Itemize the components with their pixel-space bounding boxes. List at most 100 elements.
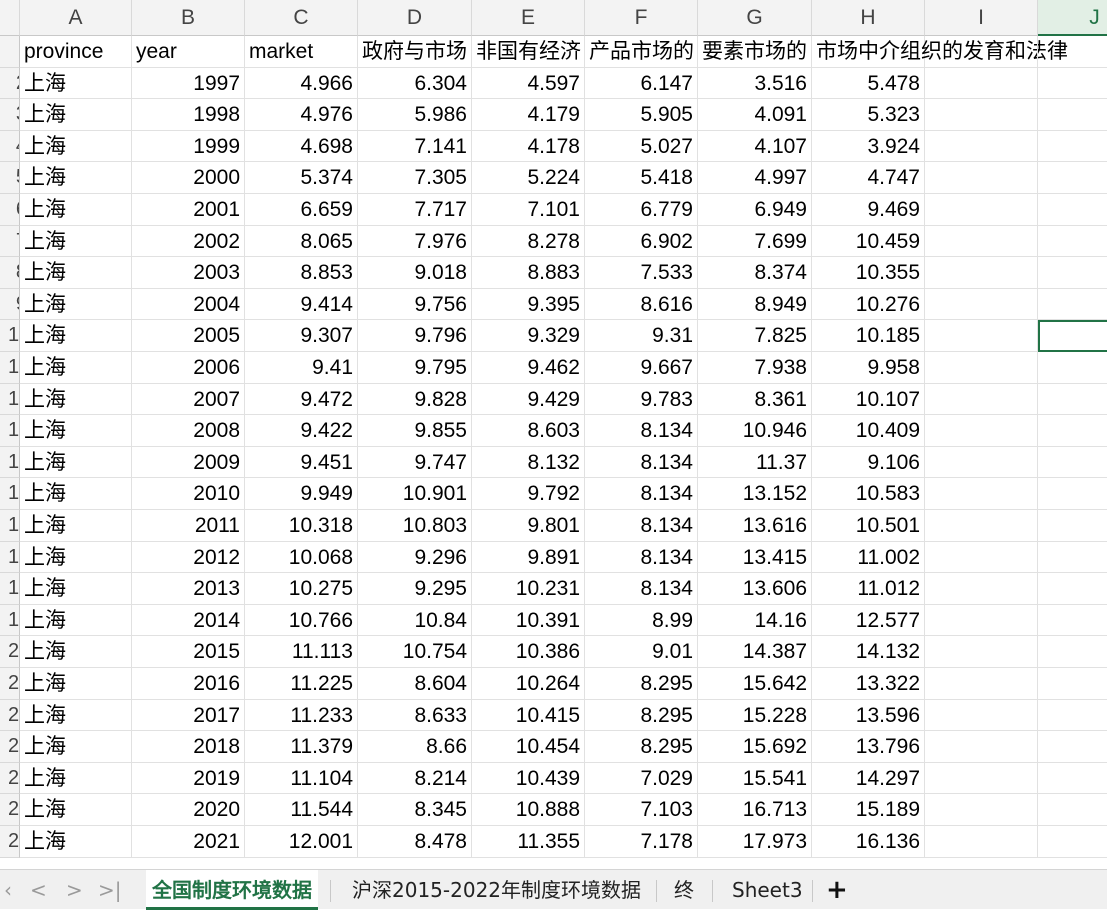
table-cell[interactable]: 11.379 bbox=[245, 731, 358, 763]
table-cell[interactable] bbox=[1038, 99, 1107, 131]
table-cell[interactable]: 9.41 bbox=[245, 352, 358, 384]
table-cell[interactable]: 10.275 bbox=[245, 573, 358, 605]
row-header[interactable]: 6 bbox=[0, 194, 20, 226]
table-cell[interactable]: 4.091 bbox=[698, 99, 812, 131]
table-cell[interactable]: 2012 bbox=[132, 541, 245, 574]
row-header[interactable]: 15 bbox=[0, 478, 20, 510]
table-cell[interactable]: 8.616 bbox=[585, 288, 698, 321]
table-cell[interactable]: 上海 bbox=[20, 320, 132, 352]
table-cell[interactable]: 2013 bbox=[132, 573, 245, 605]
table-cell[interactable]: 上海 bbox=[20, 194, 132, 226]
first-sheet-icon[interactable]: ‹ bbox=[4, 870, 12, 910]
table-cell[interactable]: 8.883 bbox=[472, 257, 585, 289]
table-cell[interactable]: 10.754 bbox=[358, 636, 472, 668]
table-cell[interactable]: 8.361 bbox=[698, 383, 812, 416]
table-cell[interactable] bbox=[925, 762, 1038, 795]
tab-zhong[interactable]: 终 bbox=[668, 870, 700, 910]
row-header[interactable]: 11 bbox=[0, 352, 20, 384]
table-cell[interactable]: 9.295 bbox=[358, 573, 472, 605]
table-cell[interactable]: 5.418 bbox=[585, 162, 698, 194]
table-cell[interactable]: 上海 bbox=[20, 415, 132, 447]
table-cell[interactable]: 上海 bbox=[20, 668, 132, 700]
table-cell[interactable]: 10.454 bbox=[472, 731, 585, 763]
table-cell[interactable]: 10.185 bbox=[812, 320, 925, 352]
row-header[interactable]: 25 bbox=[0, 794, 20, 826]
table-cell[interactable]: 12.577 bbox=[812, 604, 925, 637]
column-header-g[interactable]: G bbox=[698, 0, 812, 36]
table-cell[interactable]: 10.84 bbox=[358, 604, 472, 637]
table-cell[interactable]: 10.439 bbox=[472, 762, 585, 795]
table-cell[interactable]: 9.472 bbox=[245, 383, 358, 416]
table-cell[interactable]: 上海 bbox=[20, 352, 132, 384]
header-cell[interactable]: 政府与市场 bbox=[358, 36, 472, 68]
table-cell[interactable]: 8.603 bbox=[472, 415, 585, 447]
table-cell[interactable] bbox=[1038, 731, 1107, 763]
table-cell[interactable]: 上海 bbox=[20, 257, 132, 289]
row-header[interactable]: 17 bbox=[0, 541, 20, 574]
table-cell[interactable] bbox=[925, 446, 1038, 479]
row-header[interactable]: 2 bbox=[0, 67, 20, 100]
table-cell[interactable]: 3.924 bbox=[812, 130, 925, 163]
table-cell[interactable]: 2007 bbox=[132, 383, 245, 416]
table-cell[interactable]: 9.329 bbox=[472, 320, 585, 352]
table-cell[interactable]: 上海 bbox=[20, 162, 132, 194]
table-cell[interactable] bbox=[1038, 289, 1107, 321]
table-cell[interactable]: 2020 bbox=[132, 794, 245, 826]
table-cell[interactable]: 13.796 bbox=[812, 731, 925, 763]
table-cell[interactable]: 10.264 bbox=[472, 668, 585, 700]
table-cell[interactable]: 1997 bbox=[132, 67, 245, 100]
table-cell[interactable]: 10.276 bbox=[812, 288, 925, 321]
table-cell[interactable]: 2014 bbox=[132, 604, 245, 637]
table-cell[interactable]: 2003 bbox=[132, 257, 245, 289]
table-cell[interactable]: 7.533 bbox=[585, 257, 698, 289]
table-cell[interactable]: 9.422 bbox=[245, 415, 358, 447]
row-header[interactable]: 19 bbox=[0, 604, 20, 637]
column-header-a[interactable]: A bbox=[20, 0, 132, 36]
table-cell[interactable]: 9.429 bbox=[472, 383, 585, 416]
table-cell[interactable]: 5.027 bbox=[585, 130, 698, 163]
row-header[interactable]: 18 bbox=[0, 573, 20, 605]
table-cell[interactable] bbox=[925, 288, 1038, 321]
table-cell[interactable]: 10.391 bbox=[472, 604, 585, 637]
table-cell[interactable] bbox=[925, 162, 1038, 194]
table-cell[interactable]: 1998 bbox=[132, 99, 245, 131]
table-cell[interactable]: 10.583 bbox=[812, 478, 925, 510]
table-cell[interactable]: 6.659 bbox=[245, 194, 358, 226]
table-cell[interactable]: 8.295 bbox=[585, 731, 698, 763]
table-cell[interactable]: 2015 bbox=[132, 636, 245, 668]
table-cell[interactable]: 9.667 bbox=[585, 352, 698, 384]
table-cell[interactable] bbox=[925, 541, 1038, 574]
table-cell[interactable]: 15.541 bbox=[698, 762, 812, 795]
table-cell[interactable]: 8.295 bbox=[585, 668, 698, 700]
header-cell[interactable]: 市场中介组织的发育和法律 bbox=[812, 36, 1068, 68]
column-header-e[interactable]: E bbox=[472, 0, 585, 36]
row-header[interactable] bbox=[0, 36, 20, 68]
table-cell[interactable] bbox=[925, 699, 1038, 732]
table-cell[interactable]: 上海 bbox=[20, 130, 132, 163]
table-cell[interactable]: 9.855 bbox=[358, 415, 472, 447]
table-cell[interactable]: 8.134 bbox=[585, 510, 698, 542]
select-all-corner[interactable] bbox=[0, 0, 20, 36]
table-cell[interactable]: 9.801 bbox=[472, 510, 585, 542]
table-cell[interactable]: 8.065 bbox=[245, 225, 358, 258]
table-cell[interactable]: 1999 bbox=[132, 130, 245, 163]
table-cell[interactable]: 13.616 bbox=[698, 510, 812, 542]
table-cell[interactable]: 4.747 bbox=[812, 162, 925, 194]
table-cell[interactable]: 9.891 bbox=[472, 541, 585, 574]
table-cell[interactable]: 2008 bbox=[132, 415, 245, 447]
table-cell[interactable]: 9.296 bbox=[358, 541, 472, 574]
table-cell[interactable]: 2021 bbox=[132, 826, 245, 858]
table-cell[interactable]: 5.374 bbox=[245, 162, 358, 194]
table-cell[interactable]: 7.178 bbox=[585, 826, 698, 858]
header-cell[interactable]: 非国有经济 bbox=[472, 36, 585, 68]
table-cell[interactable]: 2002 bbox=[132, 225, 245, 258]
table-cell[interactable]: 6.779 bbox=[585, 194, 698, 226]
table-cell[interactable]: 8.949 bbox=[698, 288, 812, 321]
table-cell[interactable]: 上海 bbox=[20, 383, 132, 416]
table-cell[interactable]: 8.295 bbox=[585, 699, 698, 732]
row-header[interactable]: 8 bbox=[0, 257, 20, 289]
table-cell[interactable]: 8.134 bbox=[585, 478, 698, 510]
column-header-h[interactable]: H bbox=[812, 0, 925, 36]
table-cell[interactable]: 10.501 bbox=[812, 510, 925, 542]
table-cell[interactable]: 10.901 bbox=[358, 478, 472, 510]
